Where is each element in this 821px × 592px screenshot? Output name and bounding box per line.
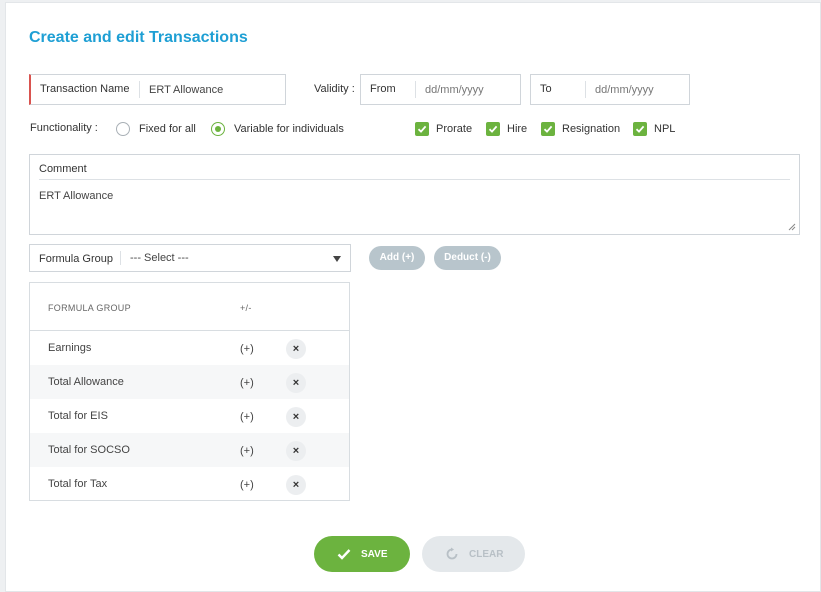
field-divider — [139, 81, 140, 98]
checkbox-label: NPL — [654, 123, 676, 135]
to-label: To — [540, 83, 552, 95]
comment-divider — [39, 179, 790, 180]
check-icon — [543, 125, 553, 133]
checkbox-box[interactable] — [486, 122, 500, 136]
remove-row-button[interactable]: × — [286, 339, 306, 359]
row-formula-name: Total Allowance — [48, 376, 124, 388]
row-formula-name: Total for SOCSO — [48, 444, 130, 456]
field-divider — [415, 81, 416, 98]
checkbox-label: Prorate — [436, 123, 473, 135]
row-sign: (+) — [240, 445, 254, 457]
check-icon — [417, 125, 427, 133]
remove-row-button[interactable]: × — [286, 407, 306, 427]
form-panel: Create and edit Transactions Transaction… — [5, 2, 821, 592]
comment-label: Comment — [39, 163, 87, 175]
validity-from-field[interactable]: From dd/mm/yyyy — [360, 74, 521, 105]
row-sign: (+) — [240, 479, 254, 491]
refresh-icon — [446, 547, 458, 560]
radio-label: Variable for individuals — [234, 123, 344, 135]
from-date-input[interactable]: dd/mm/yyyy — [425, 84, 484, 96]
page-title: Create and edit Transactions — [29, 29, 248, 46]
check-icon — [488, 125, 498, 133]
checkbox-label: Hire — [507, 123, 528, 135]
formula-group-table: FORMULA GROUP +/- Earnings (+) × Total A… — [29, 282, 350, 501]
check-icon — [337, 549, 351, 560]
transaction-name-value[interactable]: ERT Allowance — [149, 84, 223, 96]
table-row: Total Allowance (+) × — [30, 365, 349, 399]
column-header-sign: +/- — [240, 303, 252, 313]
checkbox-box[interactable] — [415, 122, 429, 136]
radio-circle[interactable] — [211, 122, 225, 136]
radio-fixed-for-all[interactable]: Fixed for all — [116, 121, 206, 137]
from-label: From — [370, 83, 396, 95]
formula-group-select[interactable]: Formula Group --- Select --- — [29, 244, 351, 272]
add-button[interactable]: Add (+) — [369, 246, 425, 270]
row-formula-name: Total for Tax — [48, 478, 108, 490]
clear-label: CLEAR — [469, 549, 504, 560]
table-header: FORMULA GROUP +/- — [30, 283, 349, 331]
transaction-name-field[interactable]: Transaction Name ERT Allowance — [29, 74, 286, 105]
functionality-label: Functionality : — [30, 122, 98, 134]
clear-button[interactable]: CLEAR — [422, 536, 525, 572]
row-formula-name: Total for EIS — [48, 410, 108, 422]
remove-row-button[interactable]: × — [286, 373, 306, 393]
row-formula-name: Earnings — [48, 342, 92, 354]
checkbox-box[interactable] — [633, 122, 647, 136]
checkbox-prorate[interactable]: Prorate — [415, 121, 475, 137]
checkbox-hire[interactable]: Hire — [486, 121, 531, 137]
table-row: Total for Tax (+) × — [30, 467, 349, 501]
row-sign: (+) — [240, 343, 254, 355]
checkbox-npl[interactable]: NPL — [633, 121, 683, 137]
resize-handle-icon[interactable] — [788, 223, 796, 231]
to-date-input[interactable]: dd/mm/yyyy — [595, 84, 654, 96]
deduct-button[interactable]: Deduct (-) — [434, 246, 501, 270]
radio-circle[interactable] — [116, 122, 130, 136]
comment-textarea[interactable]: ERT Allowance — [39, 190, 113, 202]
row-sign: (+) — [240, 411, 254, 423]
radio-label: Fixed for all — [139, 123, 196, 135]
formula-group-selected[interactable]: --- Select --- — [130, 252, 189, 264]
transaction-name-label: Transaction Name — [40, 83, 130, 95]
checkbox-label: Resignation — [562, 123, 621, 135]
table-row: Earnings (+) × — [30, 331, 349, 365]
radio-variable-for-individuals[interactable]: Variable for individuals — [211, 121, 351, 137]
remove-row-button[interactable]: × — [286, 475, 306, 495]
save-button[interactable]: SAVE — [314, 536, 410, 572]
dropdown-arrow-icon[interactable] — [332, 255, 342, 263]
table-row: Total for SOCSO (+) × — [30, 433, 349, 467]
checkbox-box[interactable] — [541, 122, 555, 136]
comment-box[interactable]: Comment ERT Allowance — [29, 154, 800, 235]
remove-row-button[interactable]: × — [286, 441, 306, 461]
field-divider — [585, 81, 586, 98]
column-header-formula-group: FORMULA GROUP — [48, 303, 131, 313]
field-divider — [120, 251, 121, 265]
row-sign: (+) — [240, 377, 254, 389]
validity-label: Validity : — [314, 83, 355, 95]
validity-to-field[interactable]: To dd/mm/yyyy — [530, 74, 690, 105]
save-label: SAVE — [361, 549, 388, 560]
check-icon — [635, 125, 645, 133]
formula-group-label: Formula Group — [39, 253, 113, 265]
checkbox-resignation[interactable]: Resignation — [541, 121, 626, 137]
table-row: Total for EIS (+) × — [30, 399, 349, 433]
